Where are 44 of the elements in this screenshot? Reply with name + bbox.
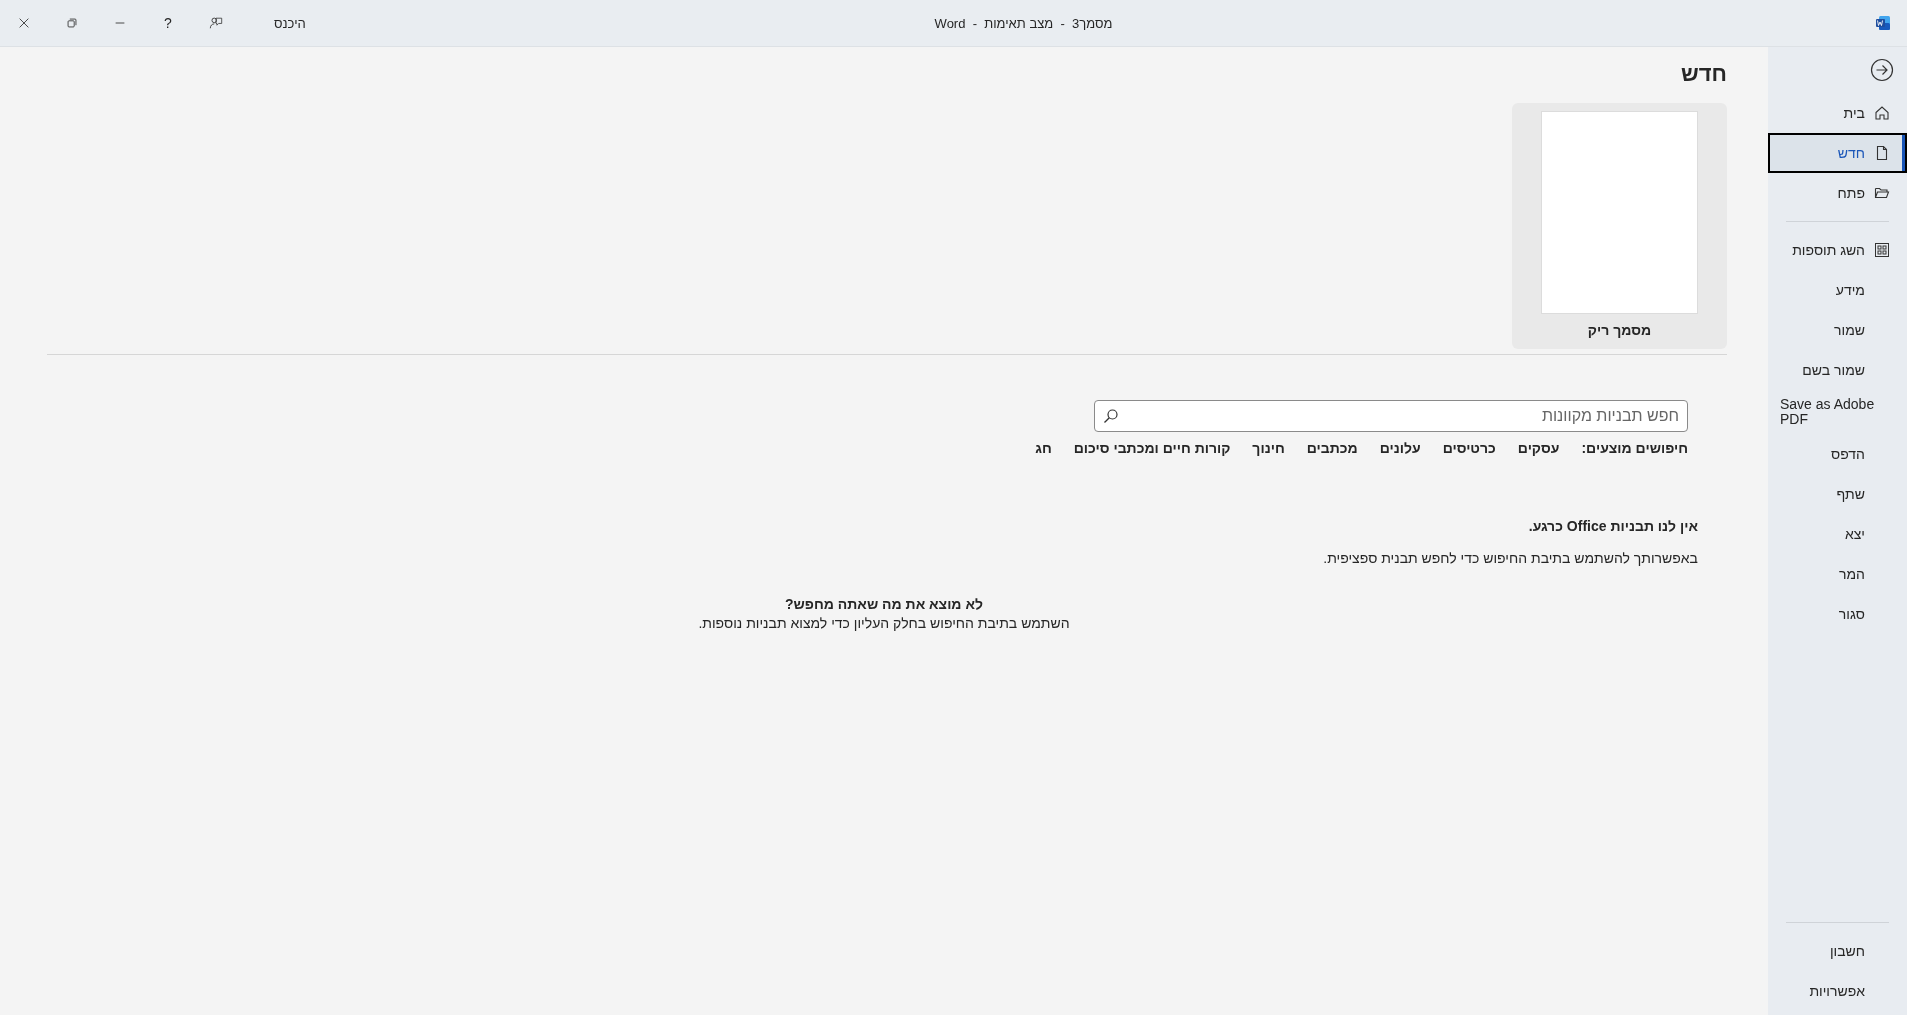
- help-title: לא מוצא את מה שאתה מחפש?: [785, 596, 983, 612]
- restore-icon: [65, 16, 79, 30]
- notice-text: באפשרותך להשתמש בתיבת החיפוש כדי לחפש תבנית ספציפית.: [1322, 550, 1698, 566]
- feedback-icon: [209, 16, 223, 30]
- sign-in-link[interactable]: היכנס: [264, 9, 316, 37]
- sidebar-item[interactable]: חשבון: [1768, 931, 1907, 971]
- grid-icon: [1874, 242, 1890, 258]
- notice-title: אין לנו תבניות Office כרגע.: [1527, 518, 1698, 534]
- help-text: השתמש בתיבת החיפוש בחלק העליון כדי למצוא תבניות נוספות.: [698, 615, 1070, 631]
- sidebar-item[interactable]: פתח: [1768, 173, 1907, 213]
- sidebar-item[interactable]: בית: [1768, 93, 1907, 133]
- sidebar-item[interactable]: שמור בשם: [1768, 350, 1907, 390]
- template-card[interactable]: מסמך ריק: [1512, 103, 1727, 349]
- sidebar-item[interactable]: המר: [1768, 554, 1907, 594]
- suggested-search-link[interactable]: קורות חיים ומכתבי סיכום: [1073, 440, 1231, 456]
- suggested-search-link[interactable]: חינוך: [1252, 440, 1285, 456]
- window-title: מסמך3 - מצב תאימות - Word: [933, 15, 1113, 31]
- suggested-searches-label: חיפושים מוצעים:: [1581, 440, 1688, 456]
- sidebar-item[interactable]: מידע: [1768, 270, 1907, 310]
- sidebar-item[interactable]: סגור: [1768, 594, 1907, 634]
- page-heading: חדש: [1680, 61, 1727, 87]
- document-icon: [1874, 145, 1890, 161]
- suggested-search-link[interactable]: חג: [1035, 440, 1052, 456]
- sidebar-item[interactable]: שתף: [1768, 474, 1907, 514]
- sidebar-item[interactable]: חדש: [1768, 133, 1907, 173]
- sidebar-item[interactable]: אפשרויות: [1768, 971, 1907, 1011]
- word-logo-icon: [1875, 15, 1891, 31]
- template-label: מסמך ריק: [1587, 322, 1652, 338]
- help-button[interactable]: ?: [144, 0, 192, 46]
- folder-icon: [1874, 185, 1890, 201]
- suggested-search-link[interactable]: עסקים: [1517, 440, 1560, 456]
- search-icon: [1103, 408, 1119, 424]
- home-icon: [1874, 105, 1890, 121]
- sidebar-item[interactable]: השג תוספות: [1768, 230, 1907, 270]
- suggested-search-link[interactable]: עלונים: [1379, 440, 1421, 456]
- close-icon: [17, 16, 31, 30]
- search-field[interactable]: חפש תבניות מקוונות: [1094, 400, 1688, 432]
- sidebar-item[interactable]: הדפס: [1768, 434, 1907, 474]
- sidebar-item[interactable]: שמור: [1768, 310, 1907, 350]
- sidebar-item[interactable]: יצא: [1768, 514, 1907, 554]
- suggested-search-link[interactable]: מכתבים: [1306, 440, 1358, 456]
- back-button[interactable]: [1869, 57, 1895, 83]
- sidebar-item[interactable]: Save as Adobe PDF: [1768, 390, 1907, 434]
- suggested-search-link[interactable]: כרטיסים: [1442, 440, 1496, 456]
